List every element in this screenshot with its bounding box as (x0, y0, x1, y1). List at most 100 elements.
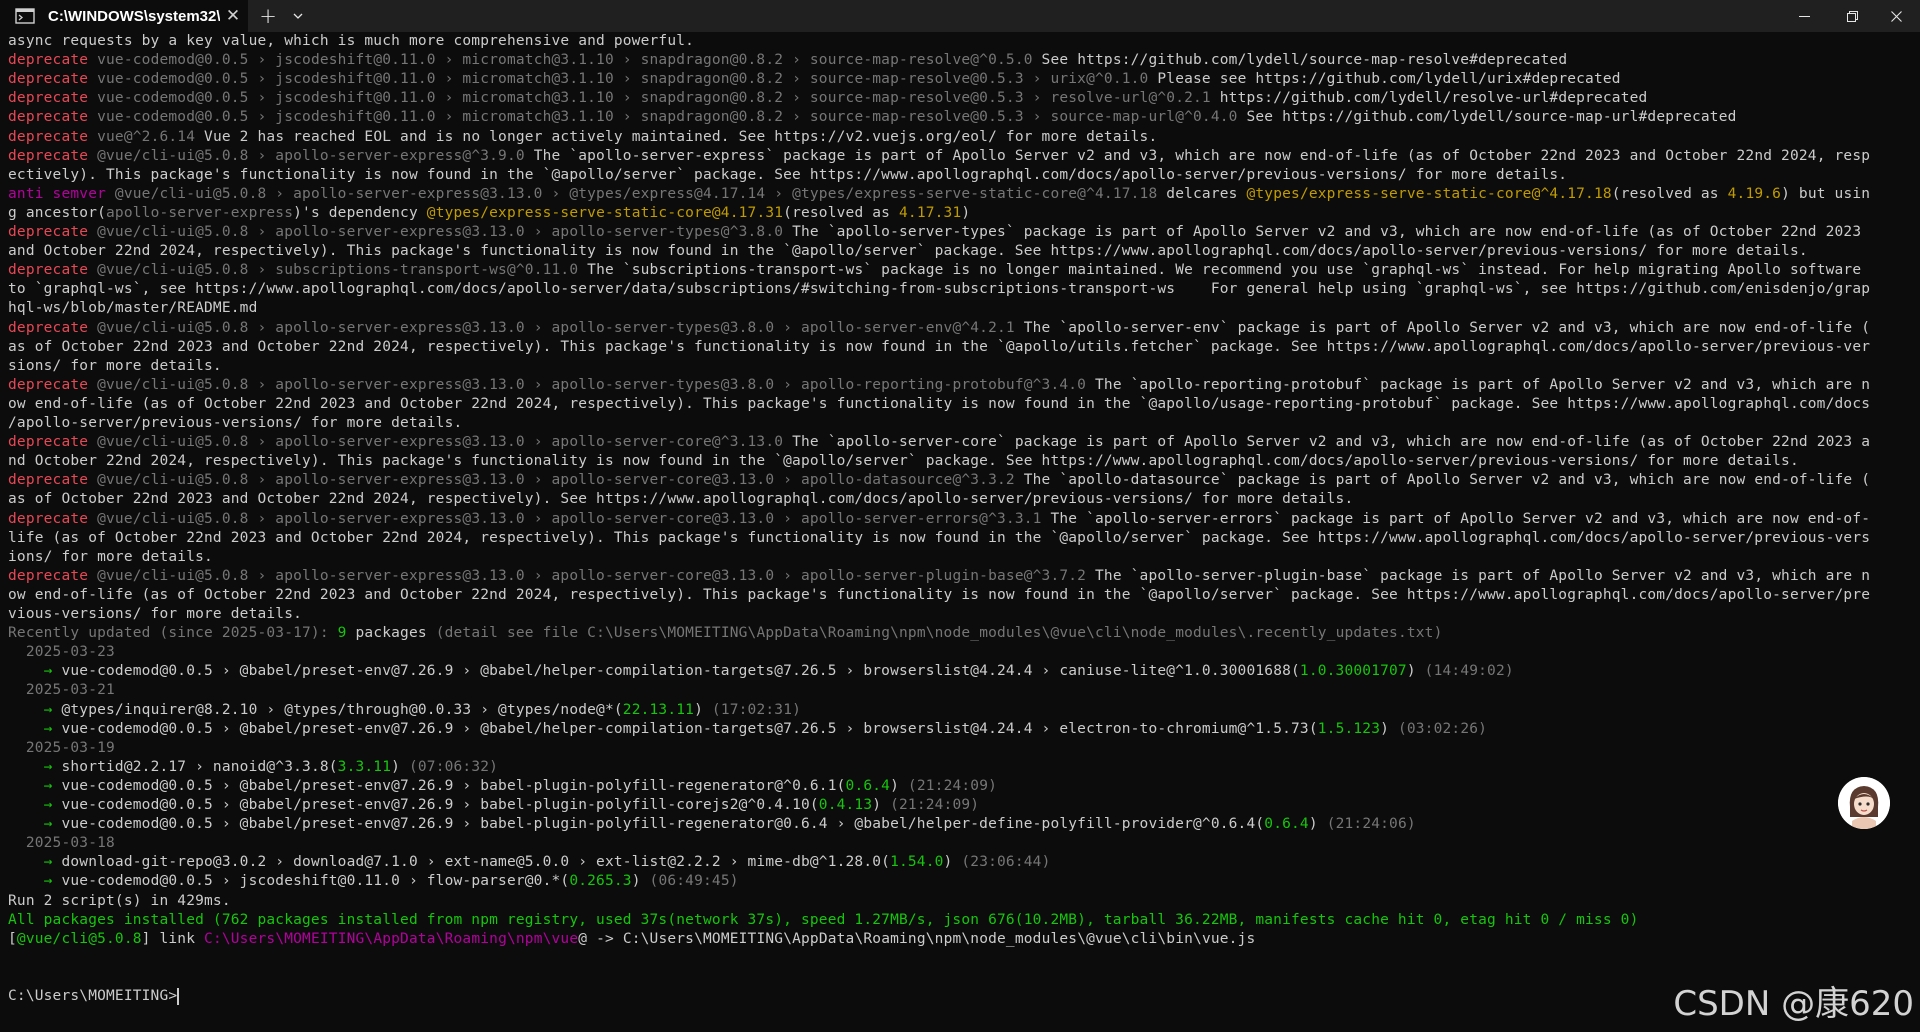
terminal-text: [ (8, 930, 17, 947)
title-bar: C:\WINDOWS\system32\cmd.exe ✕ + (0, 0, 1920, 32)
tab-title: C:\WINDOWS\system32\cmd.exe (48, 7, 220, 25)
terminal-text: Please see https://github.com/lydell/uri… (1148, 71, 1621, 88)
terminal-text: ) (890, 777, 900, 794)
terminal-text: The `apollo-server-types` package is par… (783, 224, 1862, 240)
terminal-line: [@vue/cli@5.0.8] link C:\Users\MOMEITING… (8, 930, 1912, 949)
terminal-line: deprecate @vue/cli-ui@5.0.8 › apollo-ser… (8, 147, 1912, 166)
terminal-text: @vue/cli-ui@5.0.8 › apollo-server-expres… (88, 376, 1087, 393)
terminal-text: vue-codemod@0.0.5 › @babel/preset-env@7.… (61, 720, 1318, 737)
minimize-icon (1798, 15, 1810, 17)
terminal-text: deprecate (8, 128, 89, 145)
terminal-text: vue-codemod@0.0.5 › @babel/preset-env@7.… (61, 816, 1265, 833)
chevron-down-icon[interactable] (286, 0, 310, 32)
terminal-text: (03:02:26) (1389, 720, 1488, 737)
terminal-text: (21:24:09) (881, 797, 980, 813)
terminal-line: deprecate vue-codemod@0.0.5 › jscodeshif… (8, 89, 1912, 108)
terminal-line: ectively). This package's functionality … (8, 166, 1912, 185)
terminal-text: deprecate (8, 472, 89, 489)
terminal-text: The `subscriptions-transport-ws` package… (578, 262, 1862, 279)
terminal-text: @vue/cli-ui@5.0.8 › apollo-server-expres… (88, 434, 784, 451)
terminal-text: delcares (1157, 185, 1247, 202)
terminal-text: ions/ for more details. (8, 548, 213, 565)
terminal-text: hql-ws/blob/master/README.md (8, 300, 258, 317)
terminal-text: deprecate (8, 109, 89, 126)
restore-icon (1846, 10, 1858, 22)
terminal-line: vious-versions/ for more details. (8, 605, 1912, 624)
terminal-text: vue-codemod@0.0.5 › jscodeshift@0.11.0 ›… (88, 52, 1033, 69)
terminal-text: → (8, 816, 62, 833)
terminal-text: 4.19.6 (1727, 185, 1782, 202)
terminal-line: deprecate @vue/cli-ui@5.0.8 › apollo-ser… (8, 376, 1912, 395)
terminal-line: ow end-of-life (as of October 22nd 2023 … (8, 586, 1912, 605)
terminal-text: The `apollo-server-plugin-base` package … (1086, 567, 1871, 584)
terminal-text: vue-codemod@0.0.5 › jscodeshift@0.11.0 ›… (88, 90, 1211, 107)
terminal-text: vious-versions/ for more details. (8, 606, 303, 622)
terminal-text: The `apollo-server-errors` package is pa… (1041, 510, 1871, 527)
terminal-text: ) but usin (1781, 185, 1871, 202)
terminal-text: @vue/cli-ui@5.0.8 › subscriptions-transp… (88, 262, 579, 279)
terminal-text: ) (1406, 663, 1416, 680)
close-icon (1890, 10, 1902, 22)
terminal-icon (14, 8, 36, 25)
terminal-text: deprecate (8, 52, 89, 69)
terminal-line: → vue-codemod@0.0.5 › @babel/preset-env@… (8, 815, 1912, 834)
terminal-text: life (as of October 22nd 2023 and Octobe… (8, 529, 1871, 546)
terminal-line: → @types/inquirer@8.2.10 › @types/throug… (8, 701, 1912, 720)
terminal-line: as of October 22nd 2023 and October 22nd… (8, 490, 1912, 509)
terminal-text: → (8, 701, 62, 718)
terminal-text: (21:24:06) (1317, 816, 1416, 833)
terminal-text: deprecate (8, 567, 89, 584)
close-window-button[interactable] (1872, 0, 1920, 32)
terminal-text: → (8, 720, 62, 737)
terminal-text: ) (694, 701, 703, 718)
terminal-text: The `apollo-server-express` package is p… (524, 147, 1871, 164)
terminal-text: deprecate (8, 147, 89, 164)
terminal-line: → vue-codemod@0.0.5 › @babel/preset-env@… (8, 796, 1912, 815)
terminal-text: Recently updated (since 2025-03-17): (8, 625, 338, 642)
terminal-text: vue@^2.6.14 (88, 128, 196, 145)
terminal-line: deprecate vue-codemod@0.0.5 › jscodeshif… (8, 51, 1912, 70)
terminal-line: → vue-codemod@0.0.5 › jscodeshift@0.11.0… (8, 872, 1912, 891)
terminal-text: vue-codemod@0.0.5 › jscodeshift@0.11.0 ›… (88, 71, 1149, 88)
terminal-line: All packages installed (762 packages ins… (8, 911, 1912, 930)
terminal-tab[interactable]: C:\WINDOWS\system32\cmd.exe ✕ (0, 0, 248, 32)
terminal-line: 2025-03-23 (8, 643, 1912, 662)
terminal-text: download-git-repo@3.0.2 › download@7.1.0… (61, 854, 891, 871)
terminal-text: 2025-03-19 (8, 739, 115, 756)
terminal-line: async requests by a key value, which is … (8, 32, 1912, 51)
close-tab-icon[interactable]: ✕ (220, 6, 246, 26)
terminal-text: (23:06:44) (952, 854, 1051, 871)
terminal-line: deprecate vue@^2.6.14 Vue 2 has reached … (8, 128, 1912, 147)
terminal-text: vue-codemod@0.0.5 › @babel/preset-env@7.… (61, 797, 819, 813)
terminal-text: ) (631, 873, 641, 890)
new-tab-button[interactable]: + (256, 0, 280, 32)
avatar[interactable] (1838, 777, 1890, 829)
terminal-line: ions/ for more details. (8, 548, 1912, 567)
terminal-text: Run 2 script(s) in 429ms. (8, 892, 231, 909)
terminal-text: vue-codemod@0.0.5 › jscodeshift@0.11.0 ›… (61, 873, 570, 890)
terminal-text: ) (1308, 816, 1318, 833)
terminal-text: 9 (337, 625, 347, 642)
terminal-text: (resolved as (1611, 185, 1728, 202)
terminal-line: life (as of October 22nd 2023 and Octobe… (8, 529, 1912, 548)
terminal-line: deprecate @vue/cli-ui@5.0.8 › apollo-ser… (8, 567, 1912, 586)
terminal-text: and October 22nd 2024, respectively). Th… (8, 243, 1808, 260)
terminal-text: → (8, 777, 62, 794)
terminal-text: → (8, 758, 62, 775)
terminal-text: 0.265.3 (569, 873, 632, 890)
terminal-text: The `apollo-server-core` package is part… (783, 434, 1871, 451)
terminal-text: 2025-03-21 (8, 682, 115, 699)
terminal-text: 3.3.11 (337, 758, 392, 775)
terminal-text: Vue 2 has reached EOL and is no longer a… (195, 128, 1158, 145)
terminal-text: 4.17.31 (899, 204, 962, 221)
minimize-button[interactable] (1780, 0, 1828, 32)
terminal-text: @types/inquirer@8.2.10 › @types/through@… (61, 701, 623, 718)
terminal-text: ow end-of-life (as of October 22nd 2023 … (8, 395, 1871, 412)
terminal-output[interactable]: async requests by a key value, which is … (0, 32, 1920, 1032)
maximize-button[interactable] (1828, 0, 1876, 32)
terminal-text: 2025-03-18 (8, 835, 115, 852)
terminal-text: apollo-server-express (106, 204, 294, 221)
terminal-text: 1.0.30001707 (1299, 663, 1407, 680)
terminal-text: 1.54.0 (890, 854, 944, 871)
